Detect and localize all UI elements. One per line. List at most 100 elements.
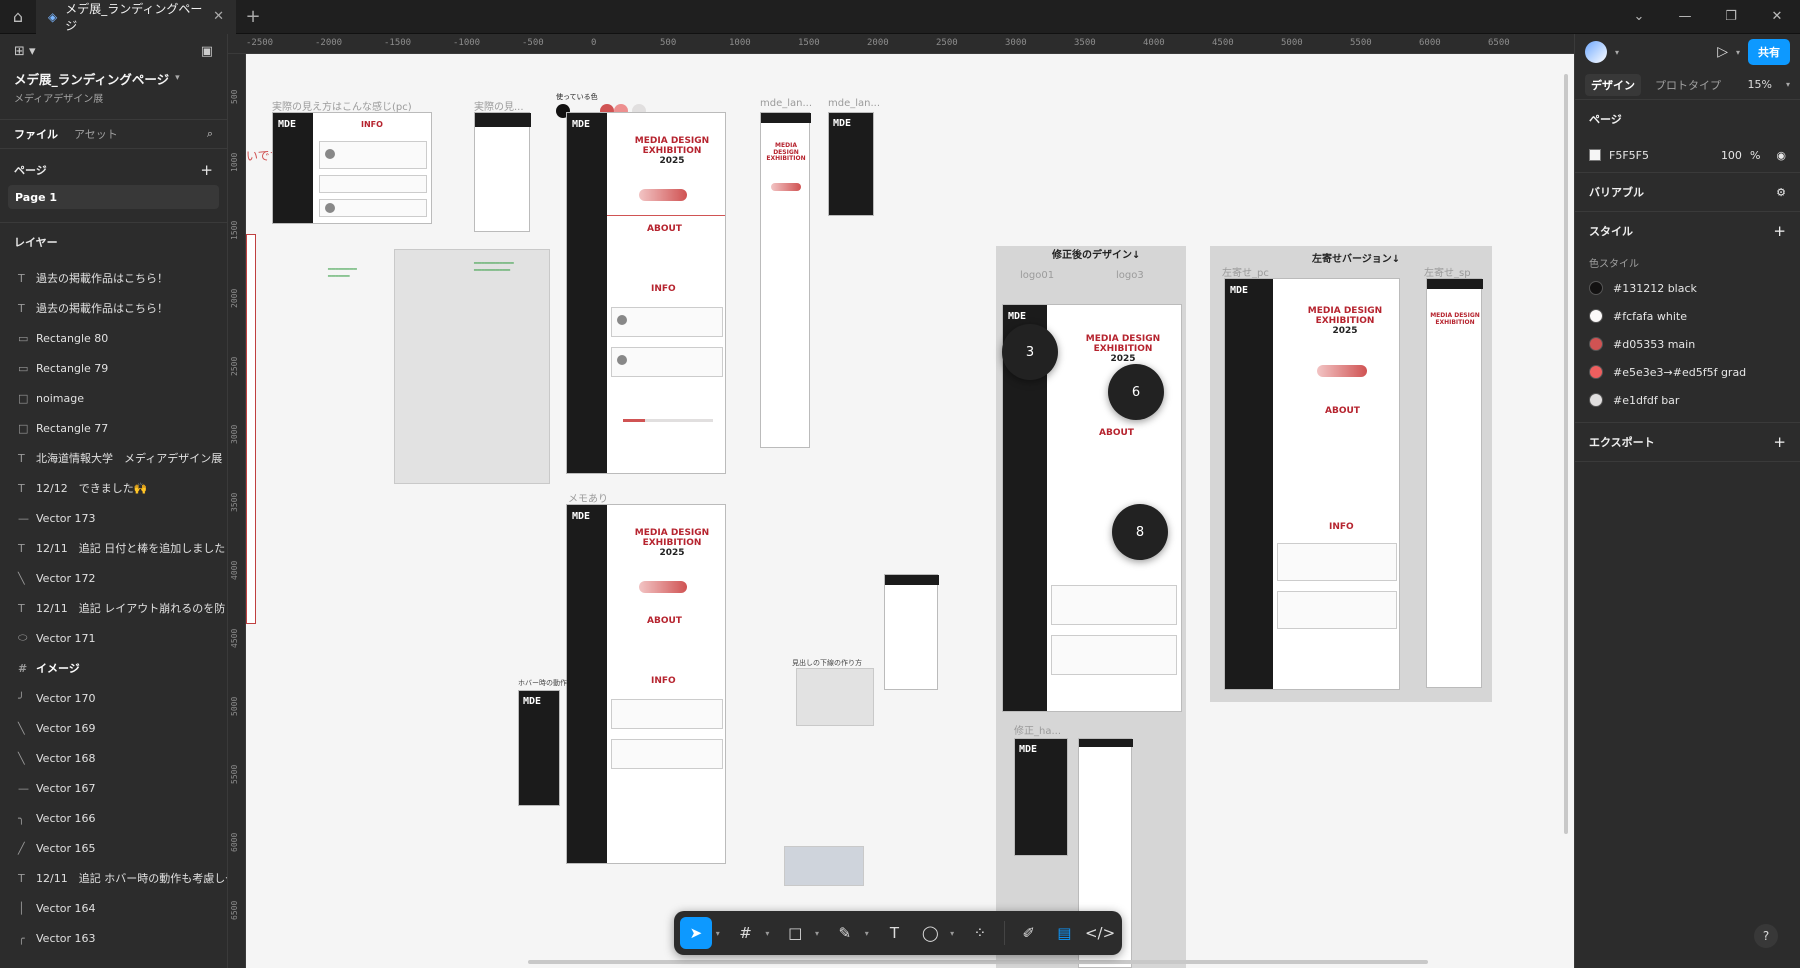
mde-lan-frame-1[interactable]: MEDIA DESIGN EXHIBITION	[760, 112, 811, 448]
frame-tool-icon[interactable]: #	[730, 917, 762, 949]
sliders-icon[interactable]: ⚙	[1776, 186, 1786, 199]
tab-prototype[interactable]: プロトタイプ	[1655, 77, 1721, 93]
chevron-down-icon[interactable]: ▾	[765, 929, 775, 938]
chevron-down-icon[interactable]: ▾	[175, 73, 180, 83]
restore-icon[interactable]: ❐	[1708, 0, 1754, 34]
layer-item[interactable]: T 過去の掲載作品はこちら！	[0, 263, 227, 293]
color-style-item[interactable]: #d05353 main	[1589, 330, 1786, 358]
layer-item[interactable]: T 過去の掲載作品はこちら！	[0, 293, 227, 323]
page-fill-swatch[interactable]	[1589, 149, 1601, 161]
color-style-item[interactable]: #e1dfdf bar	[1589, 386, 1786, 414]
layer-item[interactable]: — Vector 167	[0, 773, 227, 803]
layer-item[interactable]: # イメージ	[0, 653, 227, 683]
page-section-label: ページ	[1589, 113, 1622, 126]
sp-memo-frame[interactable]	[884, 574, 939, 690]
mde-lan-frame-2[interactable]: MDE	[828, 112, 874, 216]
heading-sample-box[interactable]	[796, 668, 874, 726]
avatar[interactable]	[1585, 41, 1607, 63]
minimize-icon[interactable]: —	[1662, 0, 1708, 34]
eye-icon[interactable]: ◉	[1776, 149, 1786, 162]
layer-item[interactable]: T 北海道情報大学 メディアデザイン展	[0, 443, 227, 473]
window-close-icon[interactable]: ✕	[1754, 0, 1800, 34]
pen-tool-icon[interactable]: ✎	[829, 917, 861, 949]
page-fill-row[interactable]: F5F5F5 100 % ◉	[1589, 138, 1786, 172]
layer-item[interactable]: ╭ Vector 163	[0, 923, 227, 953]
left-pc-frame[interactable]: MDE MEDIA DESIGN EXHIBITION 2025 ABOUT I…	[1224, 278, 1400, 690]
layer-item[interactable]: ╲ Vector 172	[0, 563, 227, 593]
chevron-down-icon[interactable]: ▾	[865, 929, 875, 938]
chevron-down-icon[interactable]: ▾	[1786, 80, 1790, 89]
text-tool-icon[interactable]: T	[879, 917, 911, 949]
ruler-tick: 3500	[1074, 38, 1096, 48]
page-fill-hex[interactable]: F5F5F5	[1609, 149, 1649, 162]
memo-note[interactable]	[394, 249, 550, 484]
lp-frame-1[interactable]: MDE MEDIA DESIGN EXHIBITION 2025 ABOUT I…	[566, 112, 726, 474]
color-style-item[interactable]: #e5e3e3→#ed5f5f grad	[1589, 358, 1786, 386]
layer-item[interactable]: ▭ Rectangle 80	[0, 323, 227, 353]
offscreen-frame[interactable]	[246, 234, 256, 624]
tab-file[interactable]: ファイル	[14, 126, 58, 142]
layer-item[interactable]: □ Rectangle 77	[0, 413, 227, 443]
sp-preview-frame[interactable]	[474, 112, 531, 232]
layer-item[interactable]: ▭ Rectangle 79	[0, 353, 227, 383]
variables-section: バリアブル ⚙	[1575, 173, 1800, 212]
tab-assets[interactable]: アセット	[74, 126, 118, 142]
chevron-down-icon[interactable]: ▾	[1736, 48, 1740, 57]
chevron-down-icon[interactable]: ▾	[716, 929, 726, 938]
layer-item[interactable]: │ Vector 164	[0, 893, 227, 923]
design-canvas[interactable]: -2500 -2000 -1500 -1000 -500 0 500 1000 1500 2000…	[228, 34, 1574, 968]
search-icon[interactable]: ⌕	[207, 127, 213, 141]
home-icon[interactable]: ⌂	[0, 0, 36, 34]
layer-item[interactable]: ╱ Vector 165	[0, 833, 227, 863]
layer-item[interactable]: ╯ Vector 170	[0, 683, 227, 713]
project-title[interactable]: メデ展_ランディングページ	[14, 69, 169, 88]
comment-tool-icon[interactable]: ◯	[914, 917, 946, 949]
close-icon[interactable]: ✕	[213, 9, 224, 24]
layer-item[interactable]: T 12/11 追記 日付と棒を追加しました 12	[0, 533, 227, 563]
hover-frame[interactable]: MDE	[518, 690, 560, 806]
layer-item[interactable]: ╲ Vector 168	[0, 743, 227, 773]
design-mode-icon[interactable]: ▤	[1048, 917, 1080, 949]
add-export-icon[interactable]: +	[1773, 433, 1786, 451]
layer-item[interactable]: T 12/12 できました🙌	[0, 473, 227, 503]
help-button[interactable]: ?	[1754, 924, 1778, 948]
chevron-down-icon[interactable]: ▾	[950, 929, 960, 938]
file-tab[interactable]: ◈ メデ展_ランディングページ ✕	[36, 0, 236, 34]
chevron-down-icon[interactable]: ▾	[815, 929, 825, 938]
zoom-level[interactable]: 15%	[1748, 78, 1772, 91]
layer-item[interactable]: □ noimage	[0, 383, 227, 413]
new-tab-icon[interactable]: +	[236, 6, 270, 27]
sidebar-toggle-icon[interactable]: ▣	[201, 44, 213, 59]
layer-item[interactable]: T 12/11 追記 レイアウト崩れるのを防ぐ	[0, 593, 227, 623]
chevron-down-icon[interactable]: ⌄	[1616, 0, 1662, 34]
horizontal-scrollbar[interactable]	[528, 960, 1428, 964]
pc-preview-frame[interactable]: MDE INFO	[272, 112, 432, 224]
green-annotation: ━━━━━━━━ ━━━━━━	[328, 266, 357, 281]
add-page-icon[interactable]: +	[200, 161, 213, 179]
color-style-item[interactable]: #131212 black	[1589, 274, 1786, 302]
left-sp-frame[interactable]: MEDIA DESIGN EXHIBITION	[1426, 278, 1483, 688]
actions-tool-icon[interactable]: ⁘	[964, 917, 996, 949]
rectangle-tool-icon[interactable]: □	[779, 917, 811, 949]
page-item-page-1[interactable]: Page 1	[8, 185, 219, 209]
present-icon[interactable]: ▷	[1717, 44, 1728, 60]
layer-item[interactable]: ╮ Vector 166	[0, 803, 227, 833]
share-button[interactable]: 共有	[1748, 39, 1790, 65]
fix-frame-pc[interactable]: MDE	[1014, 738, 1068, 856]
chevron-down-icon[interactable]: ▾	[1615, 48, 1619, 57]
layer-item[interactable]: — Vector 173	[0, 503, 227, 533]
lp-frame-memo[interactable]: MDE MEDIA DESIGN EXHIBITION 2025 ABOUT I…	[566, 504, 726, 864]
tab-design[interactable]: デザイン	[1585, 73, 1641, 96]
add-style-icon[interactable]: +	[1773, 222, 1786, 240]
image-placeholder[interactable]	[784, 846, 864, 886]
vertical-scrollbar[interactable]	[1564, 74, 1568, 834]
move-tool-icon[interactable]: ➤	[680, 917, 712, 949]
layer-item[interactable]: ╲ Vector 169	[0, 713, 227, 743]
color-style-item[interactable]: #fcfafa white	[1589, 302, 1786, 330]
draw-mode-icon[interactable]: ✐	[1013, 917, 1045, 949]
dev-mode-icon[interactable]: </>	[1084, 917, 1116, 949]
layer-item[interactable]: T 12/11 追記 ホバー時の動作も考慮しや1	[0, 863, 227, 893]
figma-menu-icon[interactable]: ⊞ ▾	[14, 44, 36, 59]
page-fill-opacity[interactable]: 100	[1721, 149, 1742, 162]
layer-item[interactable]: ⬭ Vector 171	[0, 623, 227, 653]
